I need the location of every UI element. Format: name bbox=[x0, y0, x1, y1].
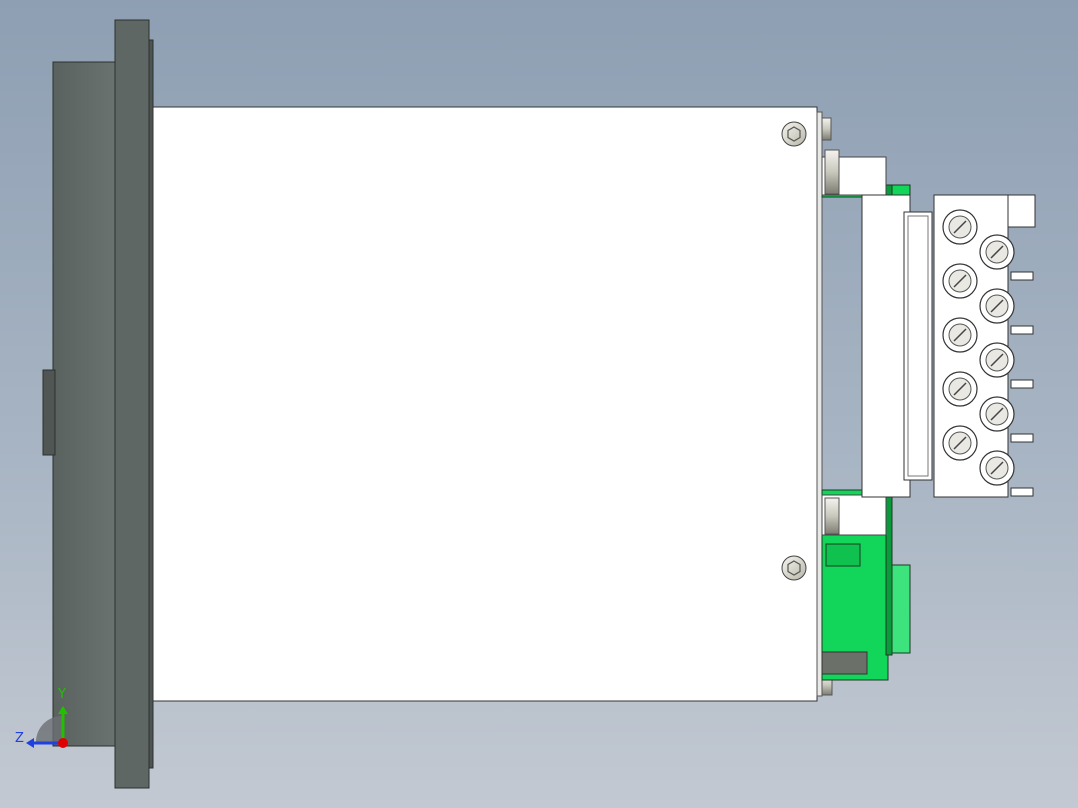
instrument-housing[interactable] bbox=[152, 106, 833, 702]
terminal-wire-tab bbox=[1010, 487, 1034, 497]
terminal-base bbox=[861, 194, 911, 498]
terminal-screw-icon[interactable] bbox=[942, 263, 978, 299]
terminal-wire-tab bbox=[1010, 271, 1034, 281]
rear-stud-top bbox=[821, 117, 832, 141]
pcb-standoff bbox=[821, 651, 868, 675]
bezel-frame bbox=[114, 19, 150, 789]
bezel-side-tab bbox=[42, 369, 56, 456]
triad-z-label: Z bbox=[15, 731, 24, 746]
terminal-screw-icon[interactable] bbox=[942, 209, 978, 245]
terminal-screw-icon[interactable] bbox=[979, 396, 1015, 432]
front-bezel[interactable] bbox=[42, 19, 154, 789]
pcb-component bbox=[825, 543, 861, 567]
view-orientation-triad[interactable] bbox=[26, 706, 68, 748]
triad-y-label: Y bbox=[58, 687, 66, 702]
torx-screw-icon bbox=[781, 121, 807, 147]
bezel-frame-edge bbox=[148, 39, 154, 769]
housing-body bbox=[152, 106, 818, 702]
terminal-screw-icon[interactable] bbox=[979, 234, 1015, 270]
housing-rear-lip bbox=[816, 111, 823, 697]
terminal-screw-icon[interactable] bbox=[979, 288, 1015, 324]
torx-screw-icon bbox=[781, 555, 807, 581]
terminal-screw-icon[interactable] bbox=[979, 342, 1015, 378]
terminal-screw-icon[interactable] bbox=[942, 371, 978, 407]
terminal-cap bbox=[1007, 194, 1036, 228]
terminal-wire-tab bbox=[1010, 379, 1034, 389]
cad-3d-viewport[interactable] bbox=[0, 0, 1078, 808]
x-axis-dot bbox=[58, 738, 68, 748]
terminal-wire-tab bbox=[1010, 433, 1034, 443]
terminal-wire-tab bbox=[1010, 325, 1034, 335]
terminal-screw-icon[interactable] bbox=[942, 425, 978, 461]
bezel-back-plate bbox=[52, 61, 118, 747]
terminal-screw-icon[interactable] bbox=[942, 317, 978, 353]
terminal-screw-icon[interactable] bbox=[979, 450, 1015, 486]
terminal-block[interactable] bbox=[861, 194, 1036, 498]
